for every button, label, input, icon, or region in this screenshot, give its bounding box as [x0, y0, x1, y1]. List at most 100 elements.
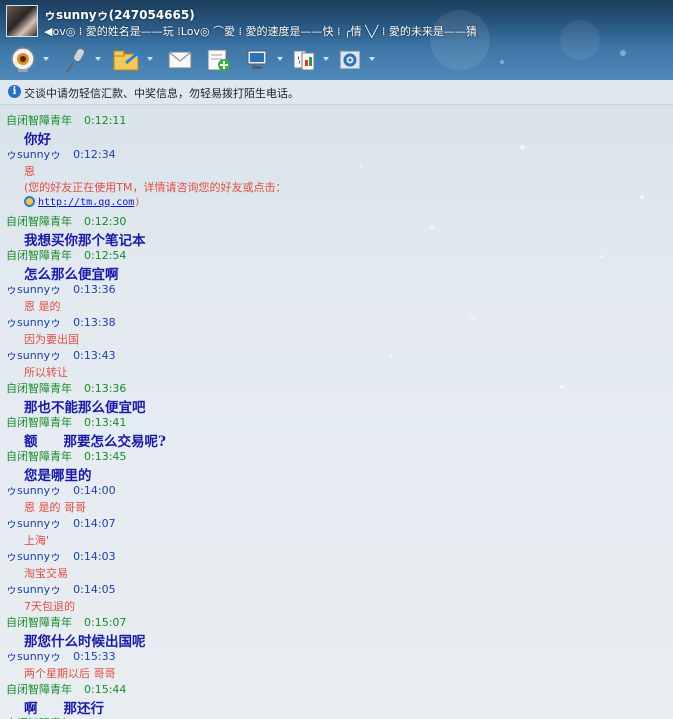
message-line: 上海' — [24, 534, 50, 547]
message-line: 两个星期以后 哥哥 — [24, 667, 116, 680]
message-time: 0:13:36 — [73, 283, 116, 296]
message-time: 0:15:44 — [84, 683, 127, 696]
sender-name[interactable]: 自闭智障青年 — [6, 450, 72, 463]
video-call-icon — [11, 47, 35, 72]
message-text: 您是哪里的 — [24, 464, 92, 484]
title-bar: ゥsunnyゥ(247054665) ◀ov◎ ⁞ 愛的姓名是——玩 ⁞Lov◎… — [0, 0, 673, 80]
sender-name[interactable]: 自闭智障青年 — [6, 616, 72, 629]
security-notice-bar: i 交谈中请勿轻信汇款、中奖信息，勿轻易拨打陌生电话。 — [0, 80, 673, 105]
folder-icon — [113, 50, 142, 71]
email-button[interactable] — [164, 44, 196, 76]
message-text: 因为要出国 — [24, 331, 79, 347]
message-header: ゥsunnyゥ 0:13:36 — [6, 281, 116, 297]
add-document-icon — [207, 49, 230, 71]
message-header: 自闭智障青年 0:13:41 — [6, 414, 126, 430]
sender-name[interactable]: 自闭智障青年 — [6, 416, 72, 429]
message-text: 上海' — [24, 532, 49, 548]
computer-icon — [247, 50, 267, 69]
sender-name[interactable]: ゥsunnyゥ — [6, 517, 61, 530]
sender-name[interactable]: ゥsunnyゥ — [6, 583, 61, 596]
message-text: 7天包退的 — [24, 598, 75, 614]
info-icon: i — [8, 85, 21, 98]
message-text: 那您什么时候出国呢 — [24, 630, 146, 650]
message-time: 0:15:33 — [73, 650, 116, 663]
sender-name[interactable]: 自闭智障青年 — [6, 114, 72, 127]
contact-name: ゥsunnyゥ(247054665) — [44, 8, 195, 22]
sender-name[interactable]: ゥsunnyゥ — [6, 484, 61, 497]
settings-icon — [339, 50, 361, 70]
message-text: 恩 — [24, 163, 35, 179]
message-text: 你好 — [24, 128, 51, 148]
message-header: ゥsunnyゥ 0:14:07 — [6, 515, 116, 531]
create-group-button[interactable] — [202, 44, 234, 76]
microphone-icon — [65, 47, 85, 73]
security-notice-text: 交谈中请勿轻信汇款、中奖信息，勿轻易拨打陌生电话。 — [24, 87, 299, 100]
message-text: 怎么那么便宜啊 — [24, 263, 119, 283]
message-header: ゥsunnyゥ 0:14:00 — [6, 482, 116, 498]
sender-name[interactable]: ゥsunnyゥ — [6, 148, 61, 161]
message-line: 所以转让 — [24, 366, 68, 379]
message-text: 啊那还行 — [24, 697, 104, 717]
tm-notice-close: ) — [134, 197, 141, 208]
sender-name[interactable]: 自闭智障青年 — [6, 683, 72, 696]
sender-name[interactable]: ゥsunnyゥ — [6, 349, 61, 362]
message-time: 0:12:34 — [73, 148, 116, 161]
message-text: 额那要怎么交易呢? — [24, 430, 166, 450]
message-text: 两个星期以后 哥哥 — [24, 665, 116, 681]
tm-notice-link-line: http://tm.qq.com) — [24, 196, 140, 208]
sender-name[interactable]: ゥsunnyゥ — [6, 550, 61, 563]
message-time: 0:12:30 — [84, 215, 127, 228]
message-header: ゥsunnyゥ 0:14:05 — [6, 581, 116, 597]
message-line: 淘宝交易 — [24, 567, 68, 580]
sender-name[interactable]: 自闭智障青年 — [6, 249, 72, 262]
message-time: 0:13:43 — [73, 349, 116, 362]
contact-avatar[interactable] — [6, 5, 38, 37]
message-time: 0:12:11 — [84, 114, 127, 127]
message-header: 自闭智障青年 0:12:54 — [6, 247, 126, 263]
message-time: 0:13:38 — [73, 316, 116, 329]
sender-name[interactable]: ゥsunnyゥ — [6, 650, 61, 663]
toolbar — [0, 42, 400, 78]
message-line: 恩 是的 哥哥 — [24, 501, 86, 514]
message-header: 自闭智障青年 0:12:30 — [6, 213, 126, 229]
message-header: ゥsunnyゥ 0:13:38 — [6, 314, 116, 330]
message-time: 0:14:00 — [73, 484, 116, 497]
cards-icon — [293, 50, 315, 71]
message-text: 淘宝交易 — [24, 565, 68, 581]
message-header: ゥsunnyゥ 0:14:03 — [6, 548, 116, 564]
send-file-button[interactable] — [112, 44, 153, 76]
message-text: 我想买你那个笔记本 — [24, 229, 146, 249]
message-time: 0:13:36 — [84, 382, 127, 395]
chat-history[interactable]: 自闭智障青年 0:12:11 你好 ゥsunnyゥ 0:12:34 恩 (您的好友正在使用T… — [0, 105, 673, 719]
message-header: 自闭智障青年 0:15:44 — [6, 681, 126, 697]
message-time: 0:14:07 — [73, 517, 116, 530]
sender-name[interactable]: ゥsunnyゥ — [6, 316, 61, 329]
message-line: 恩 是的 — [24, 300, 61, 313]
message-text: 所以转让 — [24, 364, 68, 380]
message-header: ゥsunnyゥ 0:12:34 — [6, 146, 116, 162]
message-time: 0:13:45 — [84, 450, 127, 463]
tm-link[interactable]: http://tm.qq.com — [38, 197, 134, 208]
message-header: 自闭智障青年 0:15:07 — [6, 614, 126, 630]
message-header: 自闭智障青年 0:12:11 — [6, 112, 126, 128]
sender-name[interactable]: 自闭智障青年 — [6, 215, 72, 228]
tm-notice-text: (您的好友正在使用TM，详情请咨询您的好友或点击： — [24, 181, 287, 194]
message-text: 恩 是的 — [24, 298, 61, 314]
message-time: 0:12:54 — [84, 249, 127, 262]
message-header: ゥsunnyゥ 0:13:43 — [6, 347, 116, 363]
message-text: 恩 是的 哥哥 — [24, 499, 86, 515]
apps-button[interactable] — [288, 44, 329, 76]
sender-name[interactable]: 自闭智障青年 — [6, 382, 72, 395]
contact-signature: ◀ov◎ ⁞ 愛的姓名是——玩 ⁞Lov◎ ⌒愛 ⁞ 愛的速度是——快 ⁞ ╭情… — [44, 25, 477, 38]
remote-assist-button[interactable] — [242, 44, 283, 76]
message-time: 0:15:07 — [84, 616, 127, 629]
sender-name[interactable]: ゥsunnyゥ — [6, 283, 61, 296]
settings-button[interactable] — [334, 44, 375, 76]
video-call-button[interactable] — [8, 44, 49, 76]
message-header: ゥsunnyゥ 0:15:33 — [6, 648, 116, 664]
message-header: 自闭智障青年 0:13:36 — [6, 380, 126, 396]
voice-call-button[interactable] — [60, 44, 101, 76]
message-header: 自闭智障青年 0:13:45 — [6, 448, 126, 464]
message-time: 0:14:05 — [73, 583, 116, 596]
message-line: 恩 — [24, 165, 35, 178]
